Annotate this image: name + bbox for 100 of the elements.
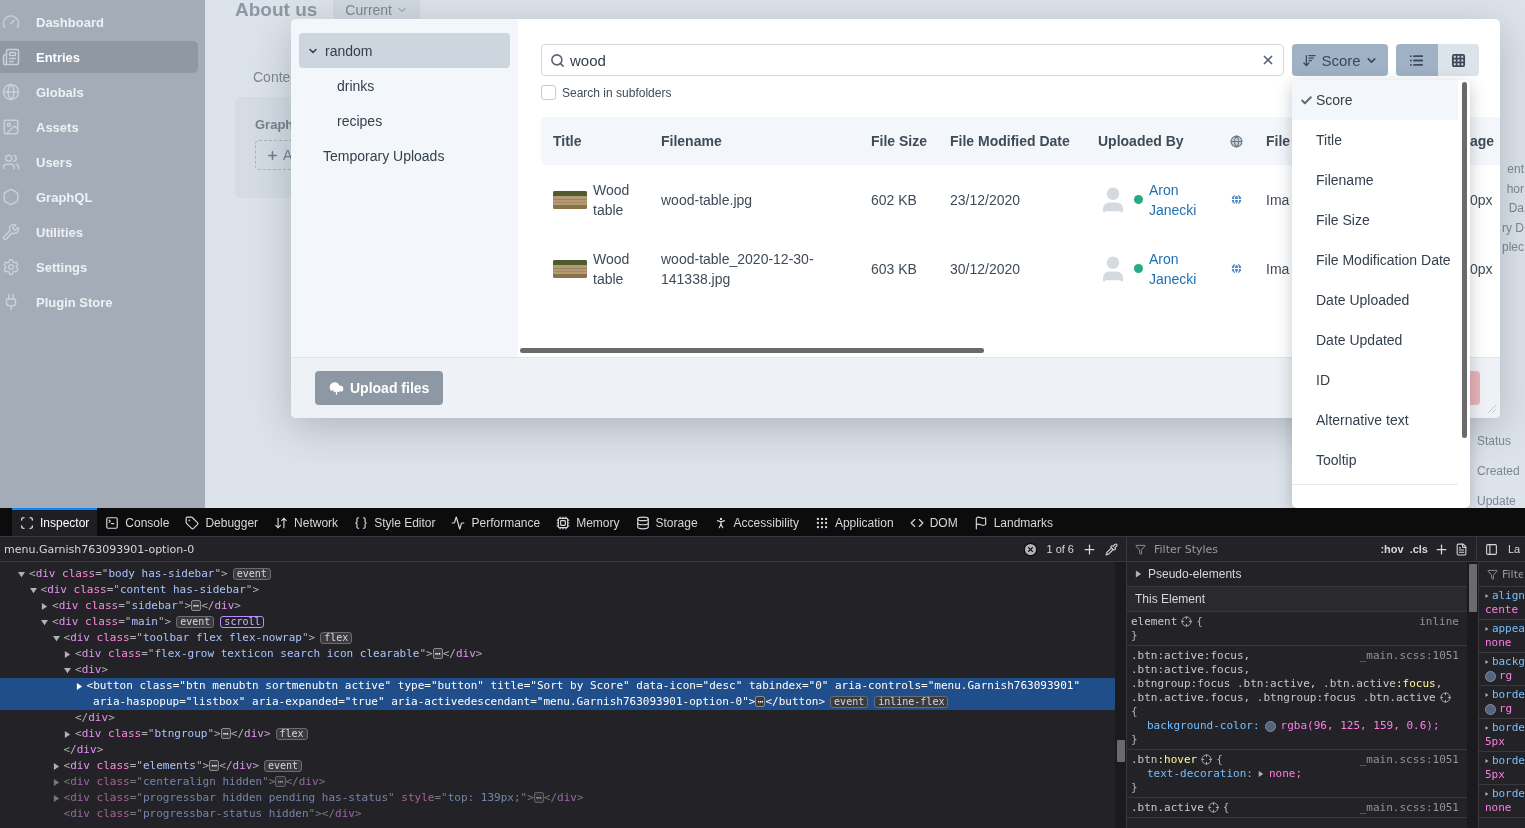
event-badge[interactable]: event xyxy=(176,616,215,628)
target-icon[interactable] xyxy=(1207,802,1219,813)
markup-row[interactable]: <div class="sidebar"> ⋯ </div> xyxy=(0,598,1115,614)
computed-property[interactable]: appea none xyxy=(1479,620,1525,653)
expand-arrow-icon[interactable] xyxy=(75,682,83,690)
collapse-arrow-icon[interactable] xyxy=(64,666,71,674)
panel-icon[interactable] xyxy=(1485,542,1498,556)
menu-option[interactable]: Tooltip xyxy=(1292,440,1458,480)
expand-arrow-icon[interactable] xyxy=(52,778,60,786)
ellipsis-badge[interactable]: ⋯ xyxy=(533,792,544,803)
expand-arrow-icon[interactable] xyxy=(1485,790,1489,798)
event-badge[interactable]: event xyxy=(264,760,303,772)
folder-item[interactable]: random xyxy=(299,33,510,68)
devtools-tab[interactable]: Performance xyxy=(443,508,549,536)
devtools-tab[interactable]: Console xyxy=(97,508,178,536)
markup-row[interactable]: <div class="toolbar flex flex-nowrap"> flex xyxy=(0,630,1115,646)
user-link[interactable]: Aron Janecki xyxy=(1149,248,1201,289)
clear-icon[interactable] xyxy=(1261,53,1275,67)
expand-arrow-icon[interactable] xyxy=(64,650,71,658)
clear-icon[interactable] xyxy=(1023,541,1039,557)
target-icon[interactable] xyxy=(1181,616,1193,627)
devtools-tab[interactable]: Accessibility xyxy=(705,508,807,536)
menu-option[interactable]: Score xyxy=(1292,80,1458,120)
filter-field[interactable]: Filter Styles xyxy=(1152,541,1375,557)
event-badge[interactable]: inline-flex xyxy=(874,696,949,708)
list-view-button[interactable] xyxy=(1396,44,1438,76)
collapse-arrow-icon[interactable] xyxy=(41,618,48,626)
folder-item[interactable]: recipes xyxy=(299,103,510,138)
source-link[interactable]: inline xyxy=(1419,615,1459,629)
markup-row[interactable]: <div class="body has-sidebar"> event xyxy=(0,566,1115,582)
expand-arrow-icon[interactable] xyxy=(1485,658,1489,666)
markup-row[interactable]: <div class="elements"> ⋯ </div> event xyxy=(0,758,1115,774)
collapse-arrow-icon[interactable] xyxy=(18,570,25,578)
source-link[interactable]: _main.scss:1051 xyxy=(1359,753,1459,767)
menu-option[interactable]: Date Uploaded xyxy=(1292,280,1458,320)
css-property[interactable]: background-color: xyxy=(1147,719,1260,733)
menu-option[interactable]: Alternative text xyxy=(1292,400,1458,440)
devtools-tab[interactable]: Network xyxy=(266,508,347,536)
collapse-arrow-icon[interactable] xyxy=(52,634,60,642)
computed-property[interactable]: borde 5px xyxy=(1479,752,1525,785)
devtools-tab[interactable]: Style Editor xyxy=(346,508,444,536)
menu-option[interactable]: ID xyxy=(1292,360,1458,400)
search-field[interactable]: wood xyxy=(541,44,1284,76)
menu-option[interactable]: Title xyxy=(1292,120,1458,160)
target-icon[interactable] xyxy=(1439,692,1451,703)
scroll-badge[interactable]: scroll xyxy=(220,616,265,628)
expand-arrow-icon[interactable] xyxy=(1485,724,1489,732)
collapse-arrow-icon[interactable] xyxy=(29,586,37,594)
ellipsis-badge[interactable]: ⋯ xyxy=(755,696,766,707)
devtools-tab[interactable]: Debugger xyxy=(177,508,267,536)
column-header[interactable]: File Size xyxy=(859,117,938,165)
ellipsis-badge[interactable]: ⋯ xyxy=(191,600,202,611)
ellipsis-badge[interactable]: ⋯ xyxy=(275,776,286,787)
cls-toggle[interactable]: .cls xyxy=(1409,543,1428,555)
expand-arrow-icon[interactable] xyxy=(41,602,48,610)
css-value[interactable]: rgba(96, 125, 159, 0.6); xyxy=(1280,719,1440,733)
source-link[interactable]: _main.scss:1051 xyxy=(1359,649,1459,663)
computed-property[interactable]: borde none xyxy=(1479,785,1525,818)
computed-property[interactable]: backg rg xyxy=(1479,653,1525,686)
markup-row[interactable]: <div class="centeralign hidden"> ⋯ </div> xyxy=(0,774,1115,790)
markup-row[interactable]: <div class="flex-grow texticon search icon clearable"> ⋯ </div> xyxy=(0,646,1115,662)
devtools-tab[interactable]: Inspector xyxy=(12,508,98,536)
layout-tab[interactable]: La xyxy=(1508,543,1521,555)
add-icon[interactable] xyxy=(1082,541,1097,557)
source-link[interactable]: _main.scss:1051 xyxy=(1359,801,1459,815)
color-swatch[interactable] xyxy=(1264,720,1276,732)
markup-row[interactable]: <div class="progressbar-status hidden"></div> xyxy=(0,806,1115,822)
expand-arrow-icon[interactable] xyxy=(52,794,60,802)
computed-property[interactable]: borde 5px xyxy=(1479,719,1525,752)
checkbox[interactable] xyxy=(541,85,556,100)
resize-handle-icon[interactable] xyxy=(1485,402,1497,414)
markup-row[interactable]: <div class="content has-sidebar"> xyxy=(0,582,1115,598)
devtools-tab[interactable]: Landmarks xyxy=(965,508,1061,536)
sort-button[interactable]: Score xyxy=(1292,44,1388,76)
expand-arrow-icon[interactable] xyxy=(1257,770,1264,778)
event-badge[interactable]: event xyxy=(830,696,869,708)
event-badge[interactable]: flex xyxy=(320,632,353,644)
scrollbar-thumb[interactable] xyxy=(1469,564,1477,612)
column-header[interactable]: File Modified Date xyxy=(938,117,1086,165)
document-icon[interactable] xyxy=(1455,542,1468,556)
computed-property[interactable]: align cente xyxy=(1479,587,1525,620)
column-header[interactable]: Uploaded By xyxy=(1086,117,1218,165)
column-header[interactable]: Title xyxy=(541,117,649,165)
markup-row[interactable]: <div class="progressbar hidden pending has-status" style="top: 139px;"> ⋯ </div> xyxy=(0,790,1115,806)
search-field[interactable]: menu.Garnish763093901-option-0 xyxy=(2,541,1016,557)
expand-arrow-icon[interactable] xyxy=(1485,757,1489,765)
scrollbar[interactable] xyxy=(1462,82,1467,438)
menu-option[interactable]: File Size xyxy=(1292,200,1458,240)
column-header[interactable]: age xyxy=(1470,117,1500,165)
hov-toggle[interactable]: :hov xyxy=(1380,543,1404,555)
eyedropper-icon[interactable] xyxy=(1105,542,1118,556)
expand-arrow-icon[interactable] xyxy=(1485,625,1489,633)
expand-arrow-icon[interactable] xyxy=(1135,570,1142,578)
target-icon[interactable] xyxy=(1201,754,1213,765)
event-badge[interactable]: event xyxy=(232,568,271,580)
markup-row[interactable]: <div class="main"> event scroll xyxy=(0,614,1115,630)
menu-option[interactable]: Filename xyxy=(1292,160,1458,200)
event-badge[interactable]: flex xyxy=(275,728,308,740)
devtools-tab[interactable]: Application xyxy=(806,508,902,536)
markup-row[interactable]: <div> xyxy=(0,662,1115,678)
